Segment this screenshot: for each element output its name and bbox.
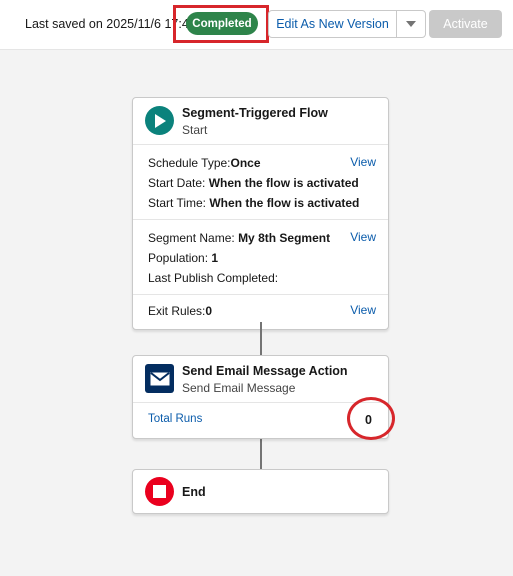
start-node-subtitle: Start <box>182 123 208 137</box>
exit-rules-view-link[interactable]: View <box>350 303 376 317</box>
end-node-title: End <box>182 485 206 499</box>
exit-rules-label: Exit Rules: <box>148 304 206 318</box>
schedule-type-row: Schedule Type:Once <box>148 153 374 173</box>
start-time-label: Start Time: <box>148 196 207 210</box>
population-label: Population: <box>148 251 209 265</box>
segment-view-link[interactable]: View <box>350 230 376 244</box>
activate-button[interactable]: Activate <box>429 10 502 38</box>
start-time-row: Start Time: When the flow is activated <box>148 193 374 213</box>
annotation-highlight-circle <box>347 397 395 440</box>
more-actions-button[interactable] <box>396 10 426 38</box>
schedule-type-value: Once <box>230 156 261 170</box>
toolbar: Last saved on 2025/11/6 17:44 Completed … <box>0 0 513 50</box>
start-node-title: Segment-Triggered Flow <box>182 106 328 120</box>
send-email-node-header: Send Email Message Action Send Email Mes… <box>133 356 388 402</box>
edit-as-new-version-button[interactable]: Edit As New Version <box>268 10 397 38</box>
exit-rules-row: Exit Rules:0 <box>148 301 374 321</box>
send-email-node-title: Send Email Message Action <box>182 364 348 378</box>
total-runs-link[interactable]: Total Runs <box>148 413 202 425</box>
annotation-highlight-box <box>173 5 269 43</box>
play-icon <box>145 106 174 135</box>
start-node-card[interactable]: Segment-Triggered Flow Start Schedule Ty… <box>132 97 389 330</box>
envelope-icon <box>145 364 174 393</box>
last-publish-row: Last Publish Completed: <box>148 268 374 288</box>
start-date-row: Start Date: When the flow is activated <box>148 173 374 193</box>
start-node-header: Segment-Triggered Flow Start <box>133 98 388 144</box>
segment-name-value: My 8th Segment <box>238 231 331 245</box>
segment-name-row: Segment Name: My 8th Segment <box>148 228 374 248</box>
last-publish-label: Last Publish Completed: <box>148 271 279 285</box>
start-date-label: Start Date: <box>148 176 206 190</box>
flow-connector <box>260 436 262 469</box>
segment-section: Segment Name: My 8th Segment Population:… <box>133 219 388 294</box>
stop-icon <box>145 477 174 506</box>
schedule-section: Schedule Type:Once Start Date: When the … <box>133 144 388 219</box>
schedule-view-link[interactable]: View <box>350 155 376 169</box>
segment-name-label: Segment Name: <box>148 231 235 245</box>
exit-rules-value: 0 <box>205 304 213 318</box>
end-node-header: End <box>133 470 388 516</box>
population-row: Population: 1 <box>148 248 374 268</box>
population-value: 1 <box>211 251 219 265</box>
last-saved-text: Last saved on 2025/11/6 17:44 <box>25 17 196 31</box>
start-date-value: When the flow is activated <box>208 176 359 190</box>
send-email-node-subtitle: Send Email Message <box>182 381 296 395</box>
chevron-down-icon <box>406 21 416 27</box>
end-node-card[interactable]: End <box>132 469 389 514</box>
schedule-type-label: Schedule Type: <box>148 156 231 170</box>
start-time-value: When the flow is activated <box>209 196 360 210</box>
flow-connector <box>260 322 262 355</box>
